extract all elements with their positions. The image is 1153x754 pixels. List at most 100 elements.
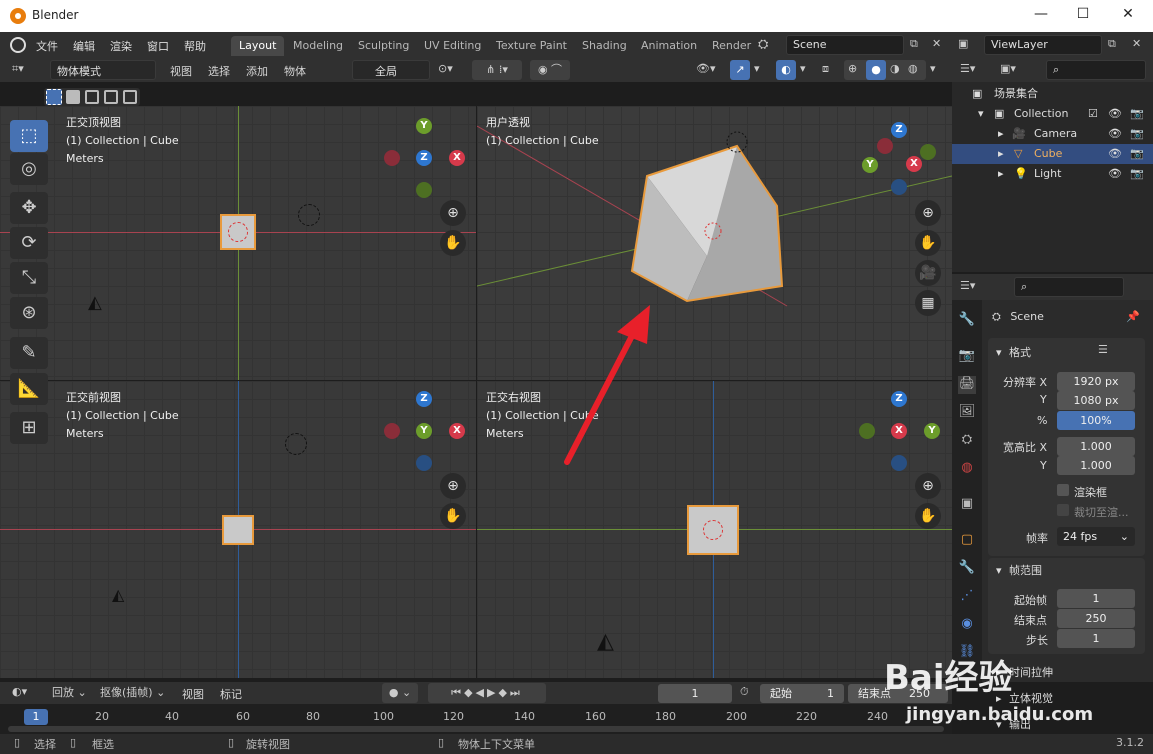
resolution-x-field[interactable]: 1920 px	[1057, 372, 1135, 391]
object-tab-icon[interactable]: ▢	[958, 532, 976, 550]
gizmo-neg-y-axis[interactable]	[416, 182, 432, 198]
resolution-y-field[interactable]: 1080 px	[1057, 391, 1135, 410]
frame-end-field[interactable]: 250	[1057, 609, 1135, 628]
display-mode-icon[interactable]: ▣▾	[1000, 62, 1016, 75]
rotate-tool[interactable]: ⟳	[10, 227, 48, 259]
output-tab-icon[interactable]: 🖨	[958, 376, 976, 394]
pan-hand-icon[interactable]: ✋	[440, 503, 466, 529]
timeline-editor-icon[interactable]: ◐▾	[12, 685, 27, 698]
delete-scene-icon[interactable]: ✕	[932, 37, 941, 50]
viewport-top[interactable]: 正交顶视图 (1) Collection | Cube Meters ◭ Z X Y…	[0, 106, 476, 380]
playback-menu[interactable]: 回放 ⌄	[46, 683, 100, 703]
menu-help[interactable]: 帮助	[184, 38, 206, 54]
cube-object[interactable]	[222, 515, 254, 545]
close-icon[interactable]: ✕	[1117, 6, 1139, 26]
annotate-tool[interactable]: ✎	[10, 337, 48, 369]
pan-hand-icon[interactable]: ✋	[915, 503, 941, 529]
timeline-start-field[interactable]: 起始 1	[760, 684, 844, 703]
viewport-perspective[interactable]: 用户透视(1) Collection | Cube 选项 Z X Y ⊕ ✋ 🎥…	[477, 106, 952, 380]
checkbox-icon[interactable]: ☑	[1088, 104, 1098, 124]
scene-field[interactable]: Scene	[786, 35, 904, 55]
pan-hand-icon[interactable]: ✋	[440, 230, 466, 256]
copy-scene-icon[interactable]: ⧉	[910, 37, 918, 51]
camera-render-icon[interactable]: 📷	[1130, 164, 1144, 184]
editor-type-icon[interactable]: ⌗▾	[12, 62, 24, 76]
add-cube-tool[interactable]: ⊞	[10, 412, 48, 444]
tool-tab-icon[interactable]: 🔧	[958, 312, 976, 330]
presets-list-icon[interactable]: ☰	[1098, 343, 1108, 356]
outliner-item-light[interactable]: ▸ 💡 Light 👁 📷	[952, 164, 1153, 184]
gizmo-x-axis[interactable]: X	[906, 156, 922, 172]
timeline-scrollbar[interactable]	[8, 726, 944, 732]
tab-uv-editing[interactable]: UV Editing	[416, 36, 489, 56]
gizmo-toggle-icon[interactable]: ↗	[730, 60, 750, 80]
gizmo-neg-x-axis[interactable]	[877, 138, 893, 154]
gizmo-y-axis[interactable]: Y	[924, 423, 940, 439]
current-frame-field[interactable]: 1	[658, 684, 732, 703]
camera-render-icon[interactable]: 📷	[1130, 104, 1144, 124]
record-icon[interactable]: ● ⌄	[382, 683, 418, 703]
tab-animation[interactable]: Animation	[633, 36, 705, 56]
pin-icon[interactable]: 📌	[1126, 310, 1140, 323]
menu-select[interactable]: 选择	[208, 63, 230, 79]
copy-layer-icon[interactable]: ⧉	[1108, 37, 1116, 51]
mode-dropdown[interactable]: 物体模式	[50, 60, 156, 80]
outliner-search-input[interactable]: ⌕	[1046, 60, 1146, 80]
pivot-icon[interactable]: ⊙▾	[438, 62, 453, 75]
viewport-front[interactable]: 正交前视图 (1) Collection | Cube Meters ◭ Z Y X…	[0, 381, 476, 678]
view-layer-field[interactable]: ViewLayer	[984, 35, 1102, 55]
eye-icon[interactable]: 👁	[1108, 144, 1122, 164]
select-box-tool[interactable]: ⬚	[10, 120, 48, 152]
view-layer-tab-icon[interactable]: 🖼	[958, 404, 976, 422]
wireframe-shading-icon[interactable]: ⊕	[848, 62, 857, 75]
properties-editor-icon[interactable]: ☰▾	[960, 279, 975, 292]
outliner-editor-icon[interactable]: ☰▾	[960, 62, 975, 75]
viewport-right[interactable]: 正交右视图 (1) Collection | Cube Meters ◭ Z Y X…	[477, 381, 952, 678]
snap-icon[interactable]: ⋔ ⁞▾	[472, 60, 522, 80]
gizmo-z-axis[interactable]: Z	[416, 150, 432, 166]
tab-texture-paint[interactable]: Texture Paint	[488, 36, 575, 56]
camera-view-icon[interactable]: 🎥	[915, 260, 941, 286]
gizmo-neg-z-axis[interactable]	[891, 455, 907, 471]
proportional-edit-icon[interactable]: ◉ ⌒	[530, 60, 570, 80]
eye-icon[interactable]: 👁	[1108, 124, 1122, 144]
maximize-icon[interactable]: ☐	[1072, 6, 1094, 26]
camera-render-icon[interactable]: 📷	[1130, 144, 1144, 164]
zoom-icon[interactable]: ⊕	[915, 200, 941, 226]
gizmo-neg-x-axis[interactable]	[384, 150, 400, 166]
gizmo-y-axis[interactable]: Y	[416, 118, 432, 134]
rendered-shading-icon[interactable]: ◍	[908, 62, 918, 75]
keying-menu[interactable]: 抠像(插帧) ⌄	[100, 683, 172, 703]
cursor-tool[interactable]: ◎	[10, 153, 48, 185]
format-panel-header[interactable]: ▾ 格式	[996, 344, 1031, 360]
frame-start-field[interactable]: 1	[1057, 589, 1135, 608]
shading-menu-icon[interactable]: ▾	[930, 62, 936, 75]
orientation-dropdown[interactable]: 全局	[352, 60, 430, 80]
material-shading-icon[interactable]: ◑	[890, 62, 900, 75]
select-subtract-icon[interactable]	[85, 90, 99, 104]
tab-modeling[interactable]: Modeling	[285, 36, 351, 56]
menu-view[interactable]: 视图	[170, 63, 192, 79]
zoom-icon[interactable]: ⊕	[915, 473, 941, 499]
gizmo-neg-x-axis[interactable]	[384, 423, 400, 439]
gizmo-z-axis[interactable]: Z	[416, 391, 432, 407]
menu-window[interactable]: 窗口	[147, 38, 169, 54]
camera-render-icon[interactable]: 📷	[1130, 124, 1144, 144]
pan-hand-icon[interactable]: ✋	[915, 230, 941, 256]
modifier-tab-icon[interactable]: 🔧	[958, 560, 976, 578]
tab-shading[interactable]: Shading	[574, 36, 635, 56]
overlay-menu-icon[interactable]: ▾	[800, 62, 806, 75]
physics-tab-icon[interactable]: ◉	[958, 616, 976, 634]
menu-object[interactable]: 物体	[284, 63, 306, 79]
eye-icon[interactable]: 👁	[1108, 164, 1122, 184]
menu-add[interactable]: 添加	[246, 63, 268, 79]
scene-tab-icon[interactable]: ⛭	[958, 432, 976, 450]
render-border-checkbox[interactable]	[1057, 484, 1069, 496]
tab-render[interactable]: Render	[704, 36, 759, 56]
aspect-y-field[interactable]: 1.000	[1057, 456, 1135, 475]
outliner-item-camera[interactable]: ▸ 🎥 Camera 👁 📷	[952, 124, 1153, 144]
zoom-icon[interactable]: ⊕	[440, 200, 466, 226]
gizmo-x-axis[interactable]: X	[449, 150, 465, 166]
outliner-item-cube[interactable]: ▸ ▽ Cube 👁 📷	[952, 144, 1153, 164]
eye-icon[interactable]: 👁	[1108, 104, 1122, 124]
